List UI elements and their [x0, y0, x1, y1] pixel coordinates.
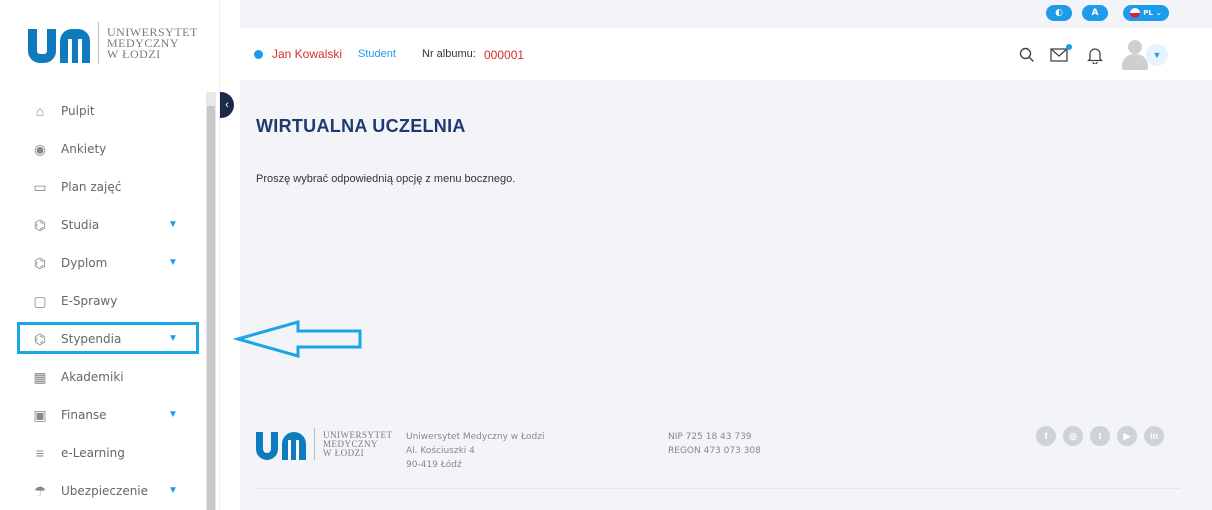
footer-address: Uniwersytet Medyczny w Łodzi Al. Kościus…: [406, 432, 545, 470]
sidebar-item-studia[interactable]: ⌬ Studia ▼: [0, 206, 206, 244]
chevron-down-icon: ⌄: [1155, 9, 1162, 17]
sidebar-item-label: Studia: [61, 218, 100, 232]
chevron-down-icon: ▼: [168, 485, 178, 496]
footer-divider: [256, 488, 1180, 489]
home-icon: ⌂: [35, 103, 45, 119]
menu-lines-icon: ≡: [35, 445, 45, 461]
chevron-left-icon: ‹: [225, 99, 229, 111]
chevron-down-icon: ▼: [168, 219, 178, 230]
chat-bubble-icon: ▢: [33, 292, 47, 309]
contrast-toggle-button[interactable]: ◐: [1046, 5, 1072, 21]
sidebar-item-label: Ubezpieczenie: [61, 484, 149, 498]
sidebar-item-label: e-Learning: [61, 446, 125, 460]
facebook-icon[interactable]: f: [1036, 426, 1056, 446]
sidebar-item-ubezpieczenie[interactable]: ☂ Ubezpieczenie ▼: [0, 472, 206, 510]
font-size-button[interactable]: A: [1082, 5, 1108, 21]
graduation-cap-icon: ⌬: [33, 216, 47, 233]
sidebar: UNIWERSYTET MEDYCZNY W ŁODZI ⌂ Pulpit ◉ …: [0, 0, 220, 510]
sidebar-item-label: Plan zajęć: [61, 180, 122, 194]
calendar-icon: ▭: [33, 178, 47, 195]
building-icon: ▦: [33, 368, 47, 385]
banknote-icon: ▣: [33, 406, 47, 423]
footer-tax-info: NIP 725 18 43 739 REGON 473 073 308: [668, 432, 761, 456]
linkedin-icon[interactable]: in: [1144, 426, 1164, 446]
umbrella-icon: ☂: [33, 482, 47, 499]
stypendia-highlight-box: [17, 322, 199, 354]
sidebar-item-e-sprawy[interactable]: ▢ E-Sprawy: [0, 282, 206, 320]
user-role: Student: [358, 48, 396, 60]
radio-icon: ◉: [33, 140, 47, 157]
annotation-arrow-icon: [232, 320, 362, 358]
page-title: WIRTUALNA UCZELNIA: [256, 116, 466, 136]
social-links: f ◎ t ▶ in: [1036, 426, 1164, 446]
sidebar-item-finanse[interactable]: ▣ Finanse ▼: [0, 396, 206, 434]
album-number: 000001: [484, 48, 525, 62]
instagram-icon[interactable]: ◎: [1063, 426, 1083, 446]
graduation-cap-icon: ⌬: [33, 254, 47, 271]
sidebar-item-label: Pulpit: [61, 104, 95, 118]
chevron-down-icon: ▼: [168, 409, 178, 420]
mail-notification-dot: [1066, 44, 1072, 50]
online-status-dot: [254, 50, 263, 59]
sidebar-item-pulpit[interactable]: ⌂ Pulpit: [0, 92, 206, 130]
flag-pl-icon: [1130, 8, 1141, 18]
album-label: Nr albumu:: [422, 48, 476, 60]
scrollbar-thumb[interactable]: [207, 106, 215, 510]
bell-icon[interactable]: [1084, 44, 1106, 66]
sidebar-item-ankiety[interactable]: ◉ Ankiety: [0, 130, 206, 168]
sidebar-item-e-learning[interactable]: ≡ e-Learning: [0, 434, 206, 472]
sidebar-item-plan-zajec[interactable]: ▭ Plan zajęć: [0, 168, 206, 206]
main-content: WIRTUALNA UCZELNIA Proszę wybrać odpowie…: [240, 80, 1212, 510]
sidebar-item-dyplom[interactable]: ⌬ Dyplom ▼: [0, 244, 206, 282]
header-bar: Jan Kowalski Student Nr albumu: 000001 ▼: [240, 28, 1212, 80]
page-message: Proszę wybrać odpowiednią opcję z menu b…: [256, 173, 516, 185]
twitter-icon[interactable]: t: [1090, 426, 1110, 446]
um-logo-icon: [28, 23, 90, 63]
contrast-icon: ◐: [1055, 8, 1063, 18]
chevron-down-icon: ▼: [1152, 50, 1162, 60]
sidebar-item-label: Akademiki: [61, 370, 124, 384]
sidebar-item-akademiki[interactable]: ▦ Akademiki: [0, 358, 206, 396]
um-logo-icon: [256, 428, 306, 460]
sidebar-item-label: Dyplom: [61, 256, 108, 270]
search-icon[interactable]: [1016, 44, 1038, 66]
user-name[interactable]: Jan Kowalski: [272, 47, 342, 61]
sidebar-item-label: E-Sprawy: [61, 294, 118, 308]
sidebar-scrollbar[interactable]: [206, 92, 216, 510]
sidebar-menu: ⌂ Pulpit ◉ Ankiety ▭ Plan zajęć ⌬ Studia…: [0, 92, 206, 510]
sidebar-item-label: Finanse: [61, 408, 107, 422]
sidebar-item-label: Ankiety: [61, 142, 107, 156]
language-select[interactable]: PL ⌄: [1123, 5, 1169, 21]
youtube-icon[interactable]: ▶: [1117, 426, 1137, 446]
sidebar-collapse-button[interactable]: ‹: [220, 92, 234, 118]
user-menu-toggle[interactable]: ▼: [1146, 44, 1168, 66]
footer-logo: UNIWERSYTET MEDYCZNY W ŁODZI: [256, 428, 393, 460]
accessibility-bar: ◐ A PL ⌄: [240, 0, 1212, 28]
chevron-down-icon: ▼: [168, 257, 178, 268]
university-logo[interactable]: UNIWERSYTET MEDYCZNY W ŁODZI: [28, 22, 198, 64]
